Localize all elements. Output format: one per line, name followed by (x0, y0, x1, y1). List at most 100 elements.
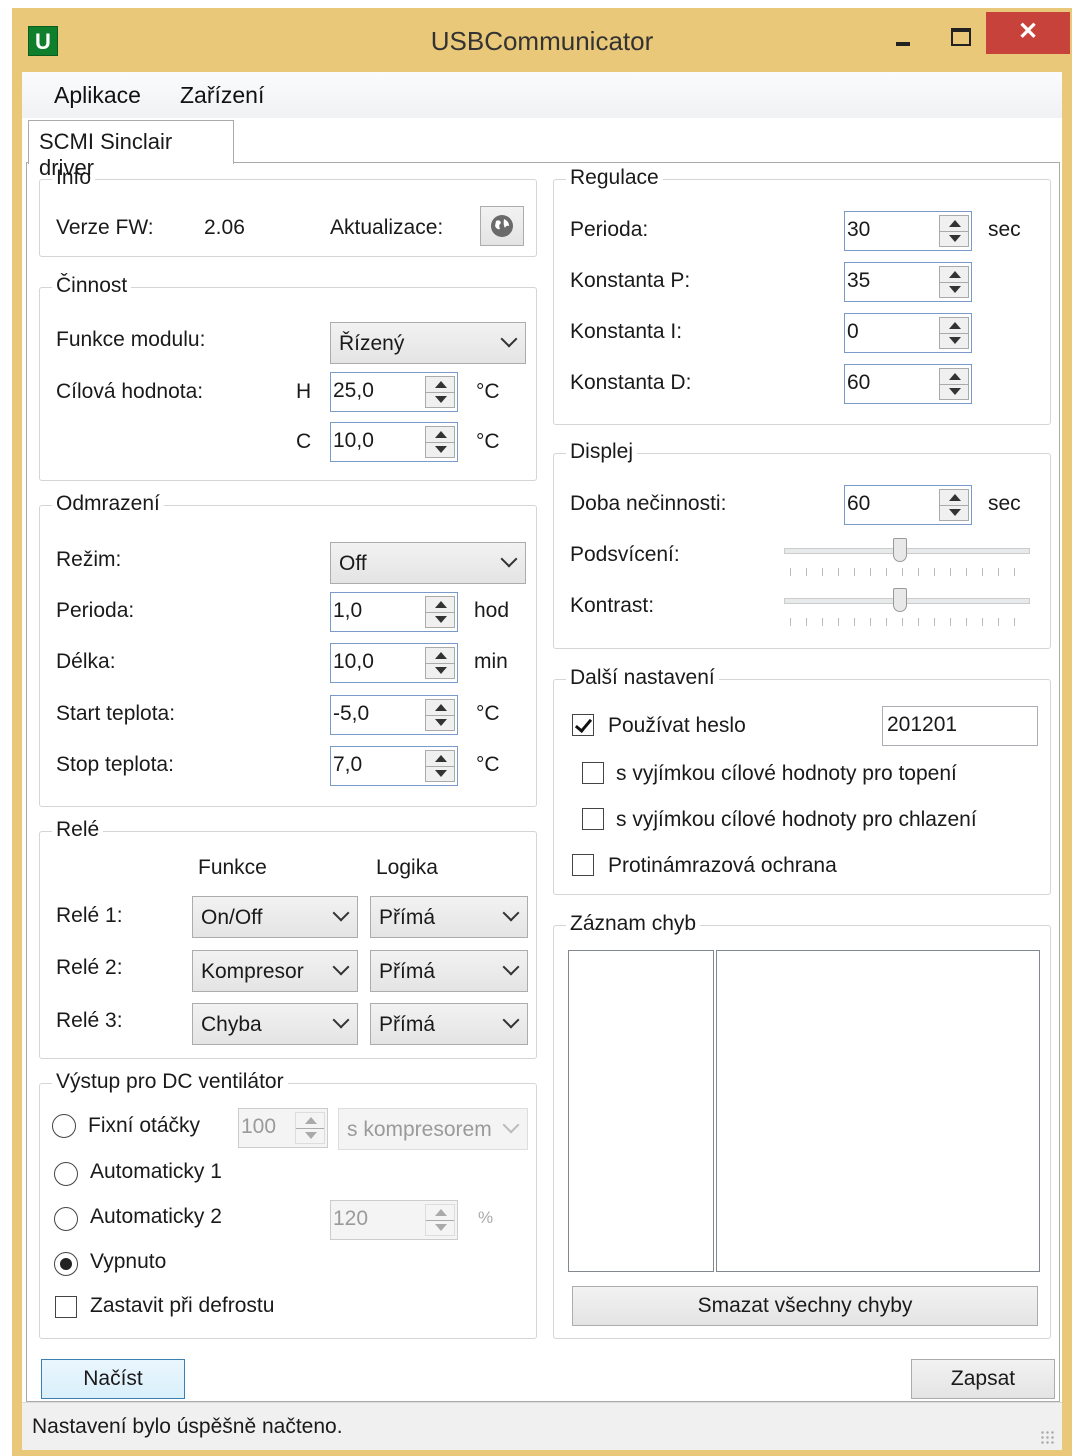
update-label: Aktualizace: (330, 216, 444, 239)
rele-1-logika-dropdown[interactable]: Přímá (370, 896, 528, 938)
smazat-chyby-button[interactable]: Smazat všechny chyby (572, 1286, 1038, 1326)
kontrast-slider[interactable] (784, 588, 1030, 628)
radio-automaticky-1[interactable] (54, 1162, 78, 1186)
resize-grip[interactable] (1040, 1430, 1056, 1446)
error-list-left[interactable] (568, 950, 714, 1272)
radio-automaticky-2[interactable] (54, 1207, 78, 1231)
menu-zarizeni[interactable]: Zařízení (180, 82, 264, 109)
spin-buttons[interactable] (295, 1112, 325, 1144)
cinnost-group: Činnost Funkce modulu: Řízený Cílová hod… (39, 274, 537, 481)
rele-2-funkce-value: Kompresor (201, 960, 304, 983)
stop-teplota-label: Stop teplota: (56, 753, 174, 776)
close-button[interactable]: ✕ (986, 12, 1070, 54)
konstanta-i-stepper[interactable]: 0 (844, 313, 972, 353)
rezim-dropdown[interactable]: Off (330, 542, 526, 584)
slider-track (784, 598, 1030, 604)
rele-1-logika-value: Přímá (379, 906, 436, 929)
h-unit: °C (476, 380, 500, 403)
chlazeni-label: s vyjímkou cílové hodnoty pro chlazení (616, 808, 977, 831)
fw-value: 2.06 (204, 216, 245, 239)
error-list-right[interactable] (716, 950, 1040, 1272)
spin-buttons[interactable] (425, 699, 455, 731)
spin-buttons[interactable] (939, 368, 969, 400)
spin-buttons[interactable] (425, 596, 455, 628)
konstanta-p-stepper[interactable]: 35 (844, 262, 972, 302)
tab-scmi-sinclair-driver[interactable]: SCMI Sinclair driver (28, 120, 234, 180)
rele-3-funkce-dropdown[interactable]: Chyba (192, 1003, 358, 1045)
kontrast-label: Kontrast: (570, 594, 655, 617)
spin-buttons[interactable] (939, 215, 969, 247)
globe-icon (491, 215, 513, 237)
reg-perioda-stepper[interactable]: 30 (844, 211, 972, 251)
spin-buttons[interactable] (425, 426, 455, 458)
menu-aplikace[interactable]: Aplikace (54, 82, 141, 109)
zastavit-checkbox[interactable] (55, 1296, 77, 1318)
rele-1-funkce-dropdown[interactable]: On/Off (192, 896, 358, 938)
spin-buttons[interactable] (425, 647, 455, 679)
pouzivat-heslo-checkbox[interactable] (572, 714, 594, 736)
slider-thumb[interactable] (893, 538, 907, 562)
start-teplota-label: Start teplota: (56, 702, 176, 725)
doba-stepper[interactable]: 60 (844, 485, 972, 525)
rele-2-funkce-dropdown[interactable]: Kompresor (192, 950, 358, 992)
automaticky-2-stepper[interactable]: 120 (330, 1200, 458, 1240)
rele-2-logika-dropdown[interactable]: Přímá (370, 950, 528, 992)
c-value: 10,0 (333, 429, 374, 452)
odmrazeni-group: Odmrazení Režim: Off Perioda: 1,0 hod Dé… (39, 492, 537, 807)
chlazeni-checkbox[interactable] (582, 808, 604, 830)
reg-perioda-value: 30 (847, 218, 871, 241)
dalsi-legend: Další nastavení (566, 666, 719, 690)
rele-2-label: Relé 2: (56, 956, 123, 979)
podsviceni-slider[interactable] (784, 538, 1030, 578)
delka-stepper[interactable]: 10,0 (330, 643, 458, 683)
spin-buttons[interactable] (939, 489, 969, 521)
radio-vypnuto[interactable] (54, 1252, 78, 1276)
rele-1-funkce-value: On/Off (201, 906, 263, 929)
status-text: Nastavení bylo úspěšně načteno. (32, 1415, 343, 1438)
funkce-modulu-dropdown[interactable]: Řízený (330, 322, 526, 364)
odm-perioda-stepper[interactable]: 1,0 (330, 592, 458, 632)
chevron-down-icon (502, 904, 520, 922)
c-unit: °C (476, 430, 500, 453)
c-stepper[interactable]: 10,0 (330, 422, 458, 462)
konstanta-i-label: Konstanta I: (570, 320, 683, 343)
slider-thumb[interactable] (893, 588, 907, 612)
spin-buttons[interactable] (425, 750, 455, 782)
menu-bar: Aplikace Zařízení (22, 72, 1062, 118)
automaticky-2-unit: % (478, 1208, 494, 1227)
spin-buttons[interactable] (939, 317, 969, 349)
odm-perioda-unit: hod (474, 599, 510, 622)
spin-buttons[interactable] (425, 1204, 455, 1236)
heslo-input[interactable]: 201201 (882, 706, 1038, 746)
h-stepper[interactable]: 25,0 (330, 372, 458, 412)
fixni-mode-dropdown[interactable]: s kompresorem (338, 1108, 528, 1150)
title-bar[interactable]: U USBCommunicator ✕ (12, 8, 1072, 70)
minimize-button[interactable] (880, 16, 926, 52)
automaticky-2-label: Automaticky 2 (90, 1205, 222, 1228)
fixni-mode-value: s kompresorem (347, 1118, 492, 1141)
topeni-checkbox[interactable] (582, 762, 604, 784)
rele-3-logika-dropdown[interactable]: Přímá (370, 1003, 528, 1045)
cilova-hodnota-label: Cílová hodnota: (56, 380, 204, 403)
h-value: 25,0 (333, 379, 374, 402)
odm-perioda-value: 1,0 (333, 599, 363, 622)
chevron-down-icon (500, 550, 518, 568)
protimraz-checkbox[interactable] (572, 854, 594, 876)
nacist-button[interactable]: Načíst (41, 1359, 185, 1399)
konstanta-d-label: Konstanta D: (570, 371, 692, 394)
fixni-otacky-stepper[interactable]: 100 (238, 1108, 328, 1148)
stop-teplota-stepper[interactable]: 7,0 (330, 746, 458, 786)
col-logika-header: Logika (376, 856, 438, 879)
zapsat-button[interactable]: Zapsat (911, 1359, 1055, 1399)
doba-unit: sec (988, 492, 1021, 515)
update-button[interactable] (480, 206, 524, 246)
start-teplota-stepper[interactable]: -5,0 (330, 695, 458, 735)
spin-buttons[interactable] (939, 266, 969, 298)
spin-buttons[interactable] (425, 376, 455, 408)
konstanta-d-stepper[interactable]: 60 (844, 364, 972, 404)
stop-teplota-unit: °C (476, 753, 500, 776)
radio-fixni-otacky[interactable] (52, 1114, 76, 1138)
maximize-button[interactable] (936, 16, 982, 52)
konstanta-p-label: Konstanta P: (570, 269, 691, 292)
chevron-down-icon (502, 1116, 520, 1134)
